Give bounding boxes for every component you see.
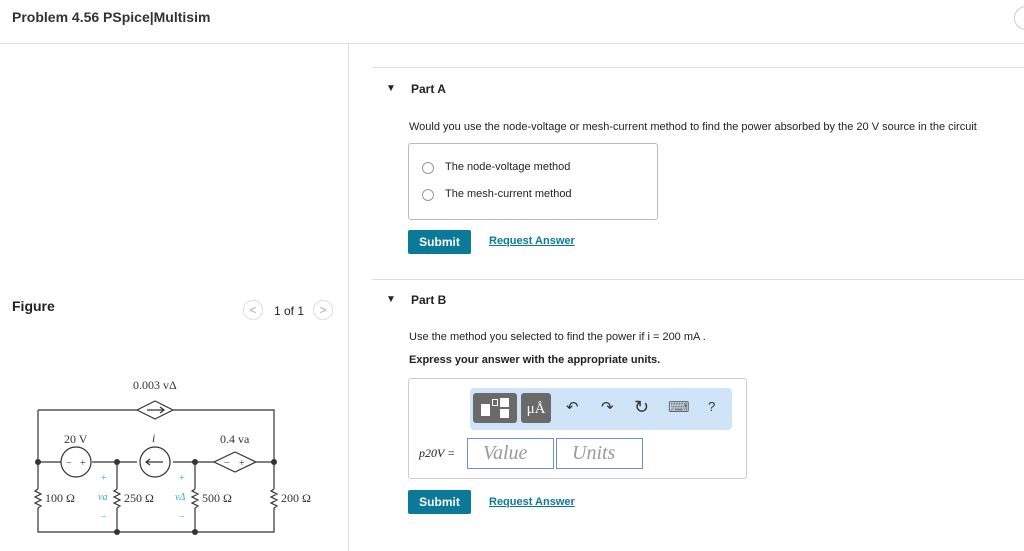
request-answer-link-a[interactable]: Request Answer — [489, 235, 575, 247]
collapse-part-b-icon[interactable]: ▼ — [386, 294, 396, 305]
templates-button[interactable] — [473, 393, 517, 423]
part-a-question: Would you use the node-voltage or mesh-c… — [409, 121, 977, 133]
radio-mesh-current[interactable] — [422, 189, 434, 201]
vsrc-label: 20 V — [64, 432, 88, 446]
divider — [0, 43, 1024, 44]
template-icon-part — [500, 398, 509, 407]
r1-label: 100 Ω — [45, 491, 75, 505]
submit-button-a[interactable]: Submit — [408, 230, 471, 254]
help-icon[interactable]: ? — [708, 399, 715, 414]
r3-label: 500 Ω — [202, 491, 232, 505]
keyboard-icon[interactable]: ⌨ — [668, 398, 690, 416]
vcvs-minus: − — [224, 458, 230, 469]
option-node-voltage[interactable]: The node-voltage method — [445, 161, 570, 173]
vcvs-label: 0.4 va — [220, 432, 250, 446]
divider — [372, 67, 1024, 68]
value-input[interactable]: Value — [467, 438, 554, 469]
reset-icon[interactable]: ↻ — [634, 397, 649, 418]
units-button[interactable]: μÅ — [521, 393, 551, 423]
part-b-instruction: Express your answer with the appropriate… — [409, 354, 661, 366]
circuit-diagram: 0.003 vΔ 20 V i 0.4 va − + − + 100 Ω 250… — [33, 378, 311, 535]
close-button[interactable] — [1014, 6, 1024, 30]
part-b-title[interactable]: Part B — [411, 293, 446, 307]
vsrc-plus: + — [80, 458, 86, 469]
request-answer-link-b[interactable]: Request Answer — [489, 496, 575, 508]
option-mesh-current[interactable]: The mesh-current method — [445, 188, 572, 200]
undo-icon[interactable]: ↶ — [566, 398, 579, 416]
isrc-label: i — [152, 431, 155, 445]
r2-label: 250 Ω — [124, 491, 154, 505]
ccs-label: 0.003 vΔ — [133, 378, 177, 392]
part-b-question: Use the method you selected to find the … — [409, 331, 706, 343]
va-label: va — [98, 492, 107, 503]
va-minus: − — [101, 512, 107, 523]
redo-icon[interactable]: ↷ — [601, 398, 614, 416]
vd-plus: + — [179, 473, 185, 484]
divider — [348, 43, 349, 551]
r4-label: 200 Ω — [281, 491, 311, 505]
part-a-title[interactable]: Part A — [411, 82, 446, 96]
vd-minus: − — [179, 512, 185, 523]
next-figure-button[interactable]: > — [313, 300, 333, 320]
page-title: Problem 4.56 PSpice|Multisim — [12, 9, 211, 25]
units-input[interactable]: Units — [556, 438, 643, 469]
variable-label: p20V = — [419, 446, 456, 460]
collapse-part-a-icon[interactable]: ▼ — [386, 83, 396, 94]
template-icon-part — [492, 399, 498, 406]
submit-button-b[interactable]: Submit — [408, 490, 471, 514]
radio-node-voltage[interactable] — [422, 162, 434, 174]
vcvs-plus: + — [239, 458, 245, 469]
divider — [372, 279, 1024, 280]
options-box — [408, 143, 658, 220]
figure-label: Figure — [12, 298, 55, 314]
prev-figure-button[interactable]: < — [243, 300, 263, 320]
template-icon — [481, 404, 490, 416]
template-icon-part — [500, 409, 509, 418]
pager-text: 1 of 1 — [274, 304, 305, 318]
vsrc-minus: − — [66, 458, 72, 469]
va-plus: + — [101, 473, 107, 484]
vd-label: vΔ — [175, 492, 185, 503]
